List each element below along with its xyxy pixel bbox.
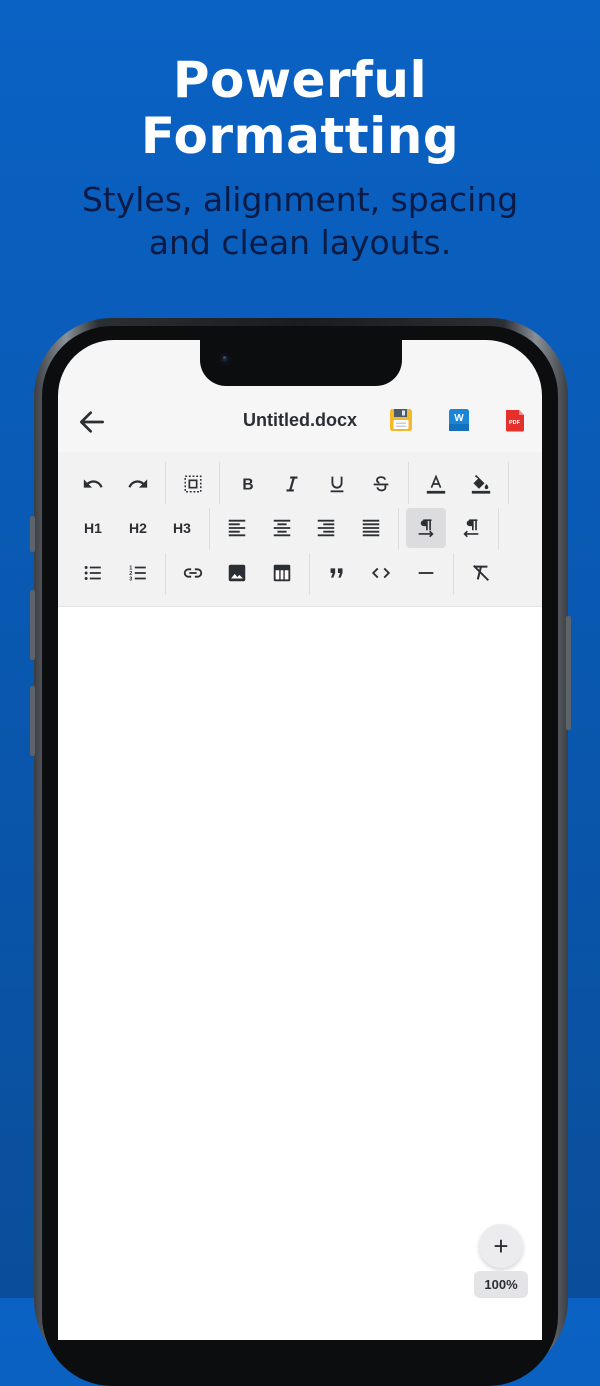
clear-formatting-button[interactable] bbox=[461, 553, 501, 593]
phone-volume-down-button bbox=[30, 686, 35, 756]
code-icon bbox=[371, 567, 391, 579]
text-color-icon bbox=[426, 474, 446, 494]
headline-line-1: Powerful bbox=[172, 51, 428, 109]
toolbar-divider bbox=[508, 462, 509, 504]
app-bar: Untitled.docx W PDF bbox=[58, 390, 542, 452]
undo-button[interactable] bbox=[73, 464, 113, 504]
toolbar-divider bbox=[498, 508, 499, 550]
text-direction-ltr-button[interactable] bbox=[406, 508, 446, 548]
pdf-icon-text: PDF bbox=[509, 420, 521, 426]
headline: Powerful Formatting bbox=[0, 52, 600, 164]
toolbar-divider bbox=[398, 508, 399, 550]
floppy-disk-icon bbox=[390, 409, 412, 431]
bulleted-list-icon bbox=[84, 566, 101, 580]
arrow-left-icon bbox=[80, 411, 104, 433]
select-all-button[interactable] bbox=[173, 464, 213, 504]
align-center-button[interactable] bbox=[262, 508, 302, 548]
strikethrough-button[interactable] bbox=[361, 464, 401, 504]
app-screen: Untitled.docx W PDF B H1 H2 H3 1 2 3 bbox=[58, 340, 542, 1340]
front-camera bbox=[219, 353, 231, 365]
highlight-color-button[interactable] bbox=[461, 464, 501, 504]
horizontal-rule-icon bbox=[418, 572, 434, 574]
blockquote-button[interactable] bbox=[317, 553, 357, 593]
toolbar-divider bbox=[165, 462, 166, 504]
strikethrough-icon bbox=[373, 476, 389, 492]
ltr-direction-icon bbox=[418, 519, 434, 538]
export-pdf-button[interactable]: PDF bbox=[502, 407, 528, 433]
align-justify-icon bbox=[362, 519, 380, 537]
pdf-export-icon: PDF bbox=[506, 410, 524, 432]
align-right-button[interactable] bbox=[306, 508, 346, 548]
plus-icon: + bbox=[493, 1230, 509, 1261]
underline-button[interactable] bbox=[317, 464, 357, 504]
add-button[interactable]: + bbox=[479, 1224, 523, 1268]
undo-icon bbox=[83, 479, 103, 488]
subheadline: Styles, alignment, spacing and clean lay… bbox=[0, 178, 600, 264]
phone-side-button bbox=[30, 516, 35, 552]
formatting-toolbar: B H1 H2 H3 1 2 3 bbox=[58, 452, 542, 607]
toolbar-divider bbox=[408, 462, 409, 504]
heading-1-button[interactable]: H1 bbox=[73, 508, 113, 548]
bold-icon: B bbox=[242, 477, 253, 494]
toolbar-divider bbox=[453, 553, 454, 595]
numbered-list-icon: 123 bbox=[129, 565, 146, 582]
code-button[interactable] bbox=[361, 553, 401, 593]
svg-text:B: B bbox=[242, 477, 253, 494]
insert-link-button[interactable] bbox=[173, 553, 213, 593]
table-icon bbox=[273, 564, 291, 582]
phone-power-button bbox=[566, 616, 571, 730]
export-word-button[interactable]: W bbox=[446, 407, 472, 433]
align-left-button[interactable] bbox=[217, 508, 257, 548]
zoom-level-indicator[interactable]: 100% bbox=[474, 1271, 528, 1298]
toolbar-divider bbox=[219, 462, 220, 504]
select-all-icon bbox=[184, 475, 202, 493]
image-icon bbox=[228, 564, 246, 582]
heading-2-button[interactable]: H2 bbox=[118, 508, 158, 548]
italic-icon bbox=[286, 476, 298, 492]
toolbar-divider bbox=[309, 553, 310, 595]
horizontal-rule-button[interactable] bbox=[406, 553, 446, 593]
toolbar-divider bbox=[209, 508, 210, 550]
text-direction-rtl-button[interactable] bbox=[451, 508, 491, 548]
clear-format-icon bbox=[473, 565, 489, 581]
word-export-icon: W bbox=[449, 409, 469, 431]
subheadline-line-2: and clean layouts. bbox=[148, 223, 452, 262]
document-title: Untitled.docx bbox=[242, 410, 357, 430]
bulleted-list-button[interactable] bbox=[73, 553, 113, 593]
heading-3-button[interactable]: H3 bbox=[162, 508, 202, 548]
text-color-button[interactable] bbox=[416, 464, 456, 504]
fill-bucket-icon bbox=[471, 474, 491, 494]
insert-table-button[interactable] bbox=[262, 553, 302, 593]
align-right-icon bbox=[317, 519, 335, 537]
rtl-direction-icon bbox=[463, 519, 479, 538]
redo-button[interactable] bbox=[118, 464, 158, 504]
save-button[interactable] bbox=[388, 407, 414, 433]
numbered-list-button[interactable]: 123 bbox=[118, 553, 158, 593]
document-canvas[interactable] bbox=[58, 607, 542, 1340]
phone-notch bbox=[200, 340, 402, 386]
underline-icon bbox=[330, 476, 344, 493]
toolbar-divider bbox=[165, 553, 166, 595]
svg-text:3: 3 bbox=[129, 576, 132, 582]
align-justify-button[interactable] bbox=[351, 508, 391, 548]
align-center-icon bbox=[273, 519, 291, 537]
headline-line-2: Formatting bbox=[140, 107, 460, 165]
back-button[interactable] bbox=[76, 406, 108, 438]
bold-button[interactable]: B bbox=[228, 464, 268, 504]
subheadline-line-1: Styles, alignment, spacing bbox=[81, 180, 519, 219]
align-left-icon bbox=[228, 519, 246, 537]
italic-button[interactable] bbox=[272, 464, 312, 504]
insert-image-button[interactable] bbox=[217, 553, 257, 593]
quote-icon bbox=[330, 568, 343, 578]
redo-icon bbox=[128, 479, 148, 488]
word-icon-letter: W bbox=[454, 413, 464, 424]
link-icon bbox=[183, 568, 203, 578]
phone-volume-up-button bbox=[30, 590, 35, 660]
